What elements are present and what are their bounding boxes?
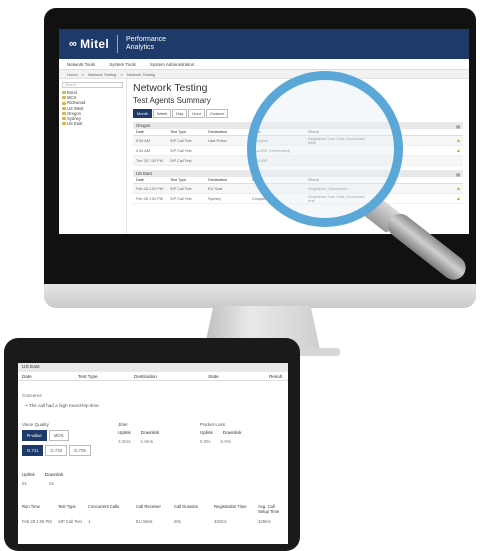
col-date[interactable]: Date bbox=[22, 372, 78, 381]
codec-g711-tab[interactable]: G.711 bbox=[22, 445, 44, 456]
voice-quality-panel: Voice Quality R-value MOS G.711 G.722 G.… bbox=[22, 422, 118, 456]
r-value-tab[interactable]: R-value bbox=[22, 430, 47, 441]
menu-system-tools[interactable]: System Tools bbox=[109, 62, 136, 67]
packet-loss-label: Packet Loss bbox=[200, 422, 226, 427]
folder-icon bbox=[62, 96, 66, 100]
group-name: US East bbox=[136, 171, 152, 176]
product-line-2: Analytics bbox=[126, 44, 155, 51]
folder-icon bbox=[62, 106, 66, 110]
mitel-logo-icon: ∞ bbox=[69, 38, 78, 50]
range-day-button[interactable]: Day bbox=[172, 109, 188, 118]
product-line-1: Performance bbox=[126, 36, 167, 43]
logo-text: Mitel bbox=[80, 37, 109, 51]
col-test-type[interactable]: Test Type bbox=[78, 372, 134, 381]
voice-quality-label: Voice Quality bbox=[22, 422, 49, 427]
run-header: Run Time Test Type Concurrent Calls Call Re… bbox=[22, 504, 280, 514]
sidebar-search-input[interactable]: Search bbox=[62, 82, 123, 88]
codec-g722-tab[interactable]: G.722 bbox=[45, 445, 68, 456]
mitel-logo[interactable]: ∞ Mitel bbox=[69, 37, 109, 51]
range-hour-button[interactable]: Hour bbox=[188, 109, 206, 118]
menu-network-tools[interactable]: Network Tools bbox=[67, 62, 95, 67]
agent-tree: Bond MCS Richwood US West Oregon Sydney … bbox=[62, 90, 123, 126]
run-row: Feb 28 1:00 PM SIP Call Test 1 EU West 20s 33… bbox=[22, 519, 271, 524]
brand-bar: ∞ Mitel Performance Analytics bbox=[59, 29, 469, 59]
folder-icon bbox=[62, 111, 66, 115]
codec-g729-tab[interactable]: G.729 bbox=[69, 445, 91, 456]
col-date[interactable]: Date bbox=[136, 130, 170, 134]
r-value-stats: Uplink Downlink 91 91 bbox=[22, 472, 64, 486]
tree-item-label: US East bbox=[67, 121, 83, 127]
sidebar: Search Bond MCS Richwood US West Oregon … bbox=[59, 79, 127, 234]
export-icon[interactable]: ▤ bbox=[456, 171, 460, 178]
range-month-button[interactable]: Month bbox=[133, 109, 153, 118]
brand-divider bbox=[117, 35, 118, 53]
range-week-button[interactable]: Week bbox=[153, 109, 172, 118]
folder-icon bbox=[62, 91, 66, 95]
packet-loss-panel: Packet Loss Uplink Downlink 0.0% 0.0% bbox=[200, 422, 280, 456]
group-header[interactable]: US East bbox=[18, 363, 288, 372]
group-name: Oregon bbox=[136, 123, 151, 128]
magnifier-lens-icon bbox=[247, 71, 403, 227]
main-menu: Network Tools System Tools System Admini… bbox=[59, 59, 469, 70]
breadcrumb-home[interactable]: Home bbox=[67, 72, 78, 77]
breadcrumb-current: Network Testing bbox=[126, 71, 156, 77]
col-destination[interactable]: Destination bbox=[134, 372, 208, 381]
jitter-panel: Jitter Uplink Downlink 3.0ms 1.0ms bbox=[118, 422, 200, 456]
promo-stage: ∞ Mitel Performance Analytics Network To… bbox=[0, 0, 480, 551]
jitter-label: Jitter bbox=[118, 422, 128, 427]
monitor-chin bbox=[44, 284, 476, 308]
breadcrumb-separator: > bbox=[81, 71, 85, 77]
export-icon[interactable]: ▤ bbox=[456, 123, 460, 130]
folder-icon bbox=[62, 117, 66, 121]
folder-icon bbox=[62, 122, 66, 126]
concerns-label: Concerns bbox=[22, 393, 42, 398]
run-details: Run Time Test Type Concurrent Calls Call Re… bbox=[22, 504, 284, 524]
folder-icon bbox=[62, 101, 66, 105]
col-destination[interactable]: Destination bbox=[208, 130, 252, 134]
mos-tab[interactable]: MOS bbox=[48, 430, 69, 441]
range-custom-button[interactable]: Custom bbox=[206, 109, 228, 118]
menu-system-administration[interactable]: System Administration bbox=[150, 62, 195, 67]
tablet-screen: US East Date Test Type Destination State… bbox=[18, 363, 288, 544]
breadcrumb-separator: > bbox=[120, 71, 123, 77]
breadcrumb: Home > Network Testing > Network Testing bbox=[59, 70, 469, 79]
col-result[interactable]: Result bbox=[264, 372, 288, 381]
concern-item: • The call had a high round-trip time. bbox=[26, 403, 100, 408]
col-state[interactable]: State bbox=[208, 372, 264, 381]
tree-item-us-east[interactable]: US East bbox=[62, 121, 123, 126]
breadcrumb-network-testing[interactable]: Network Testing bbox=[88, 72, 116, 77]
product-name: Performance Analytics bbox=[126, 36, 166, 52]
table-header: Date Test Type Destination State Result bbox=[18, 372, 288, 381]
col-test-type[interactable]: Test Type bbox=[170, 130, 208, 134]
